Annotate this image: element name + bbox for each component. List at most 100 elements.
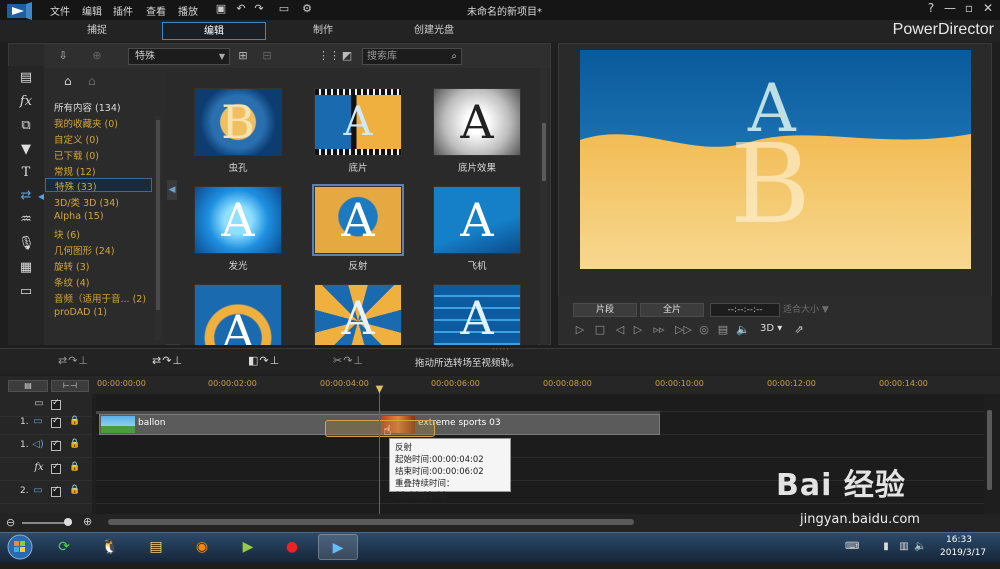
taskbar-app-360-icon[interactable]: ⟳ bbox=[44, 534, 84, 560]
zoom-in-icon[interactable]: ⊕ bbox=[83, 515, 92, 528]
scrollbar-thumb[interactable] bbox=[542, 123, 546, 181]
pip-room-icon[interactable]: ⧉ bbox=[18, 118, 34, 134]
tag-add-icon[interactable]: ⌂ bbox=[64, 74, 72, 88]
fx-room-icon[interactable]: fx bbox=[18, 94, 34, 110]
lock-icon[interactable]: 🔒 bbox=[69, 439, 81, 453]
taskbar-app-icon[interactable]: ▶ bbox=[228, 534, 268, 560]
tab-capture[interactable]: 捕捉 bbox=[50, 22, 144, 40]
fit-timeline-button[interactable]: ⊢⊣ bbox=[51, 380, 89, 392]
category-item-selected[interactable]: 特殊 (33) bbox=[45, 178, 152, 193]
import-icon[interactable]: ⇩ bbox=[56, 49, 70, 63]
category-item[interactable]: 所有内容 (134) bbox=[54, 100, 121, 114]
library-search-input[interactable]: 搜索库 ⌕ bbox=[362, 48, 462, 65]
panel-resize-grip-icon[interactable]: ····· bbox=[492, 345, 510, 354]
timecode-display[interactable]: --:--:--:-- bbox=[710, 303, 780, 317]
movie-mode-button[interactable]: 全片 bbox=[640, 303, 704, 317]
category-dropdown[interactable]: 特殊 ▼ bbox=[128, 48, 230, 65]
taskbar-powerdirector-icon[interactable]: ▶ bbox=[318, 534, 358, 560]
category-item[interactable]: 3D/类 3D (34) bbox=[54, 195, 119, 209]
category-item[interactable]: proDAD (1) bbox=[54, 307, 107, 321]
playhead[interactable] bbox=[379, 386, 380, 518]
save-icon[interactable]: ▣ bbox=[214, 2, 228, 16]
menu-edit[interactable]: 编辑 bbox=[82, 3, 102, 18]
track-enable-checkbox[interactable] bbox=[51, 398, 61, 410]
undock-icon[interactable]: ⇗ bbox=[792, 323, 806, 337]
tray-volume-icon[interactable]: 🔈 bbox=[914, 541, 926, 553]
thumbnail-scrollbar[interactable] bbox=[540, 68, 548, 345]
lock-icon[interactable]: 🔒 bbox=[69, 462, 81, 476]
category-item[interactable]: 已下载 (0) bbox=[54, 148, 99, 162]
next-frame-icon[interactable]: ▷ bbox=[631, 323, 645, 337]
lock-icon[interactable]: 🔒 bbox=[69, 485, 81, 499]
menu-view[interactable]: 查看 bbox=[146, 3, 166, 18]
media-room-icon[interactable]: ▤ bbox=[18, 70, 34, 86]
category-item[interactable]: 几何图形 (24) bbox=[54, 243, 115, 257]
menu-playback[interactable]: 播放 bbox=[178, 3, 198, 18]
snapshot-icon[interactable]: ◎ bbox=[697, 323, 711, 337]
track-manager-button[interactable]: ▤ bbox=[8, 380, 48, 392]
transition-room-icon[interactable]: ⇄ bbox=[18, 188, 34, 204]
search-icon[interactable]: ⌕ bbox=[451, 49, 457, 64]
fast-forward-icon[interactable]: ▷▷ bbox=[675, 323, 692, 337]
tab-create-disc[interactable]: 创建光盘 bbox=[384, 22, 484, 40]
category-item[interactable]: 音频（适用于音... (2) bbox=[54, 291, 146, 305]
category-item[interactable]: 常规 (12) bbox=[54, 164, 96, 178]
fast-forward-icon[interactable]: ▹▹ bbox=[652, 323, 666, 337]
zoom-out-icon[interactable]: ⊖ bbox=[6, 516, 15, 529]
zoom-slider-knob[interactable] bbox=[64, 518, 72, 526]
play-icon[interactable]: ▷ bbox=[573, 323, 587, 337]
transition-overlap-region[interactable] bbox=[325, 420, 435, 437]
menu-plugins[interactable]: 插件 bbox=[113, 3, 133, 18]
category-item[interactable]: 条纹 (4) bbox=[54, 275, 89, 289]
track-display-icon[interactable]: ▭ bbox=[32, 398, 46, 412]
lock-icon[interactable]: 🔒 bbox=[69, 416, 81, 430]
previous-frame-icon[interactable]: ◁ bbox=[613, 323, 627, 337]
scrollbar-thumb[interactable] bbox=[156, 120, 160, 310]
taskbar-firefox-icon[interactable]: ◉ bbox=[182, 534, 222, 560]
chapter-room-icon[interactable]: ▦ bbox=[18, 260, 34, 276]
start-button[interactable] bbox=[2, 534, 38, 560]
voiceover-room-icon[interactable]: 🎙 bbox=[18, 236, 35, 252]
track-enable-checkbox[interactable] bbox=[51, 416, 61, 428]
clock-date[interactable]: 2019/3/17 bbox=[940, 548, 986, 558]
close-button[interactable]: ✕ bbox=[981, 1, 995, 17]
grid-view-icon[interactable]: ⋮⋮ bbox=[318, 49, 340, 63]
timeline-ruler[interactable] bbox=[0, 376, 1000, 394]
collapse-panel-button[interactable]: ◀ bbox=[167, 180, 177, 200]
library-options-icon[interactable]: ◩ bbox=[340, 49, 354, 63]
maximize-button[interactable]: ▫ bbox=[962, 1, 976, 17]
track-enable-checkbox[interactable] bbox=[51, 485, 61, 497]
track-enable-checkbox[interactable] bbox=[51, 439, 61, 451]
settings-icon[interactable]: ⚙ bbox=[300, 2, 314, 16]
tray-keyboard-icon[interactable]: ⌨ bbox=[845, 541, 859, 553]
minimize-button[interactable]: — bbox=[943, 1, 957, 17]
taskbar-recorder-icon[interactable]: ● bbox=[272, 534, 312, 560]
redo-icon[interactable]: ↷ bbox=[252, 2, 266, 16]
zoom-dropdown[interactable]: 适合大小 ▼ bbox=[783, 303, 841, 317]
taskbar-file-explorer-icon[interactable]: ▤ bbox=[136, 534, 176, 560]
subtitle-room-icon[interactable]: ▭ bbox=[18, 284, 34, 300]
timeline-horizontal-scrollbar[interactable] bbox=[108, 519, 634, 525]
tab-produce[interactable]: 制作 bbox=[276, 22, 370, 40]
menu-file[interactable]: 文件 bbox=[50, 3, 70, 18]
subtitle-icon[interactable]: ▤ bbox=[716, 323, 730, 337]
category-item[interactable]: 我的收藏夹 (0) bbox=[54, 116, 118, 130]
add-to-favorites-icon[interactable]: ⊞ bbox=[236, 49, 250, 63]
category-scrollbar[interactable] bbox=[155, 116, 161, 340]
apply-transition-cross-icon[interactable]: ⇄↷⊥ bbox=[152, 354, 198, 368]
track-enable-checkbox[interactable] bbox=[51, 462, 61, 474]
stop-icon[interactable]: □ bbox=[593, 323, 607, 337]
tray-app-icon[interactable]: ▮ bbox=[880, 541, 892, 553]
apply-transition-postfix-icon[interactable]: ◧↷⊥ bbox=[248, 354, 294, 368]
taskbar-app-qq-icon[interactable]: 🐧 bbox=[90, 534, 130, 560]
timeline-vertical-scrollbar[interactable] bbox=[987, 410, 992, 490]
playhead-handle-icon[interactable]: ▼ bbox=[374, 385, 385, 395]
undo-icon[interactable]: ↶ bbox=[234, 2, 248, 16]
particle-room-icon[interactable]: ▼ bbox=[18, 142, 34, 158]
audio-mixing-room-icon[interactable]: ♒ bbox=[18, 212, 34, 228]
help-button[interactable]: ? bbox=[924, 1, 938, 17]
title-room-icon[interactable]: T bbox=[18, 165, 34, 181]
tab-edit[interactable]: 编辑 bbox=[162, 22, 266, 40]
clip-mode-button[interactable]: 片段 bbox=[573, 303, 637, 317]
category-item[interactable]: Alpha (15) bbox=[54, 211, 104, 225]
